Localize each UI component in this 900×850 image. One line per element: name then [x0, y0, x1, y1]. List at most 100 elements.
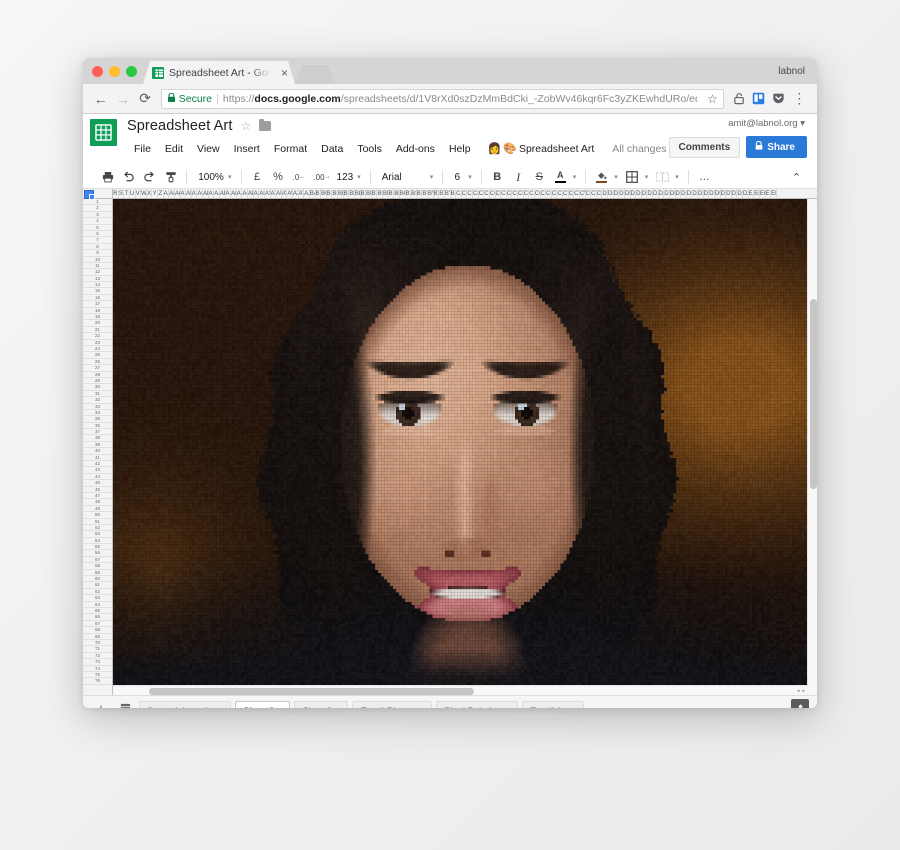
palette-emoji-icon: 🎨: [503, 142, 517, 155]
sheets-header: Spreadsheet Art ☆ File Edit View Insert …: [83, 114, 817, 166]
address-bar[interactable]: Secure | https://docs.google.com/spreads…: [160, 88, 724, 109]
menu-file[interactable]: File: [127, 140, 158, 158]
menu-addons[interactable]: Add-ons: [389, 140, 442, 158]
merge-cells-icon[interactable]: [652, 167, 673, 187]
menu-view[interactable]: View: [190, 140, 227, 158]
minimize-window-button[interactable]: [109, 66, 120, 77]
scroll-left-icon[interactable]: ◂: [797, 688, 800, 694]
close-window-button[interactable]: [92, 66, 103, 77]
woman-emoji-icon: 👩: [487, 142, 502, 155]
toolbar-divider: [240, 170, 242, 184]
horizontal-scrollbar-thumb[interactable]: [149, 688, 474, 695]
selected-cell-indicator[interactable]: [84, 190, 95, 200]
reload-button[interactable]: ⟳: [136, 88, 155, 110]
chevron-down-icon: ▾: [468, 174, 472, 181]
row-headers[interactable]: 1 2 3 4 5 6 7 8 9 10 11 12 13 14 15 16 17 18 19 20 21 22 23 24 2…: [83, 199, 113, 695]
spreadsheet-grid[interactable]: RSTUVWXYZAAABACADAEAFAGAHAIAJAKALAMANAOA…: [83, 189, 817, 695]
pixel-art-canvas-wrapper[interactable]: [113, 199, 807, 685]
forward-button[interactable]: →: [113, 88, 132, 110]
sheet-tab-sheet8[interactable]: Sheet8▾: [235, 700, 291, 708]
menu-insert[interactable]: Insert: [227, 140, 267, 158]
add-sheet-button[interactable]: +: [91, 698, 111, 709]
collapse-toolbar-icon[interactable]: ⌃: [786, 167, 807, 187]
paint-format-icon[interactable]: [160, 167, 181, 187]
pixel-art-portrait[interactable]: [113, 199, 807, 685]
addon-spreadsheet-art[interactable]: 👩 🎨 Spreadsheet Art: [484, 141, 599, 157]
browser-window: Spreadsheet Art - Google She × labnol ← …: [83, 58, 817, 708]
sheet-tab-spreadsheet-art[interactable]: Spreadsheet Art▾: [139, 700, 232, 708]
pocket-extension-icon[interactable]: [770, 89, 787, 108]
menu-format[interactable]: Format: [267, 140, 314, 158]
sheet-tab-pixel-painting[interactable]: Pixel Painting▾: [436, 700, 519, 708]
close-tab-button[interactable]: ×: [281, 67, 288, 79]
all-sheets-button[interactable]: [115, 698, 135, 708]
text-color-button[interactable]: A: [550, 167, 571, 187]
share-button[interactable]: Share: [746, 136, 807, 158]
lock-extension-icon[interactable]: [731, 89, 748, 108]
print-icon[interactable]: [97, 167, 118, 187]
move-to-folder-icon[interactable]: [259, 119, 272, 131]
header-actions: Comments Share: [668, 136, 807, 158]
browser-profile-name[interactable]: labnol: [778, 66, 817, 84]
more-options-button[interactable]: …: [694, 167, 715, 187]
sheet-tab-bar: + Spreadsheet Art▾Sheet8▾Sheet9▾Emoji Pi…: [83, 695, 817, 708]
percent-format-button[interactable]: %: [268, 167, 289, 187]
vertical-scrollbar[interactable]: [807, 199, 817, 685]
redo-icon[interactable]: [139, 167, 160, 187]
menu-help[interactable]: Help: [442, 140, 478, 158]
toolbar-divider: [186, 170, 187, 184]
document-title[interactable]: Spreadsheet Art: [127, 118, 233, 134]
fill-color-icon[interactable]: [591, 167, 612, 187]
chevron-down-icon[interactable]: ▾: [673, 173, 683, 181]
horizontal-scrollbar[interactable]: [113, 685, 807, 695]
trello-extension-icon[interactable]: [751, 89, 768, 108]
star-icon[interactable]: ☆: [241, 119, 252, 133]
bold-button[interactable]: B: [487, 167, 508, 187]
chevron-down-icon[interactable]: ▾: [571, 173, 581, 181]
column-header-ee[interactable]: EE: [771, 189, 777, 198]
number-format-button[interactable]: 123: [335, 172, 356, 183]
column-headers[interactable]: RSTUVWXYZAAABACADAEAFAGAHAIAJAKALAMANAOA…: [83, 189, 817, 199]
new-tab-button[interactable]: [295, 66, 335, 84]
scroll-right-icon[interactable]: ▸: [802, 688, 805, 694]
bookmark-star-icon[interactable]: ☆: [701, 92, 718, 106]
toolbar-divider: [369, 170, 371, 184]
font-size-selector[interactable]: 6 ▾: [448, 172, 476, 183]
back-button[interactable]: ←: [91, 88, 110, 110]
addon-label: Spreadsheet Art: [518, 143, 595, 155]
menu-tools[interactable]: Tools: [350, 140, 389, 158]
sheet-tab-label: Sheet9: [302, 706, 332, 708]
decrease-decimal-button[interactable]: .0 ←: [289, 167, 310, 187]
menu-data[interactable]: Data: [314, 140, 350, 158]
chevron-down-icon[interactable]: ▾: [612, 173, 622, 181]
strikethrough-button[interactable]: S: [529, 167, 550, 187]
vertical-scrollbar-thumb[interactable]: [810, 299, 817, 489]
browser-menu-button[interactable]: ⋮: [790, 88, 809, 110]
undo-icon[interactable]: [118, 167, 139, 187]
omnibox-divider: |: [216, 92, 219, 105]
maximize-window-button[interactable]: [126, 66, 137, 77]
explore-button[interactable]: [791, 699, 809, 708]
sheets-logo-icon[interactable]: [90, 119, 117, 146]
account-email[interactable]: amit@labnol.org ▾: [728, 118, 805, 129]
chevron-down-icon: ▾: [429, 174, 434, 181]
italic-button[interactable]: I: [508, 167, 529, 187]
sheet-tab-sheet9[interactable]: Sheet9▾: [294, 700, 349, 708]
sheet-tab-emoji-art[interactable]: Emoji Art▾: [522, 700, 585, 708]
zoom-value: 100%: [198, 171, 224, 183]
browser-tab-active[interactable]: Spreadsheet Art - Google She ×: [143, 61, 295, 84]
font-family-selector[interactable]: Arial ▾: [376, 172, 438, 183]
scroll-step-arrows[interactable]: ◂ ▸: [797, 688, 805, 694]
sheet-tab-emoji-picture[interactable]: Emoji Picture▾: [352, 700, 433, 708]
menu-edit[interactable]: Edit: [158, 140, 190, 158]
comments-button[interactable]: Comments: [668, 136, 741, 158]
chevron-down-icon[interactable]: ▾: [355, 173, 365, 181]
currency-format-button[interactable]: £: [247, 167, 268, 187]
zoom-selector[interactable]: 100% ▾: [192, 172, 236, 183]
row-header-76[interactable]: 76: [83, 678, 112, 685]
borders-icon[interactable]: [622, 167, 643, 187]
chevron-down-icon[interactable]: ▾: [643, 173, 653, 181]
increase-decimal-button[interactable]: .00 →: [310, 167, 335, 187]
url-scheme: https://: [222, 92, 255, 105]
browser-toolbar: ← → ⟳ Secure | https://docs.google.com/s…: [83, 84, 817, 114]
